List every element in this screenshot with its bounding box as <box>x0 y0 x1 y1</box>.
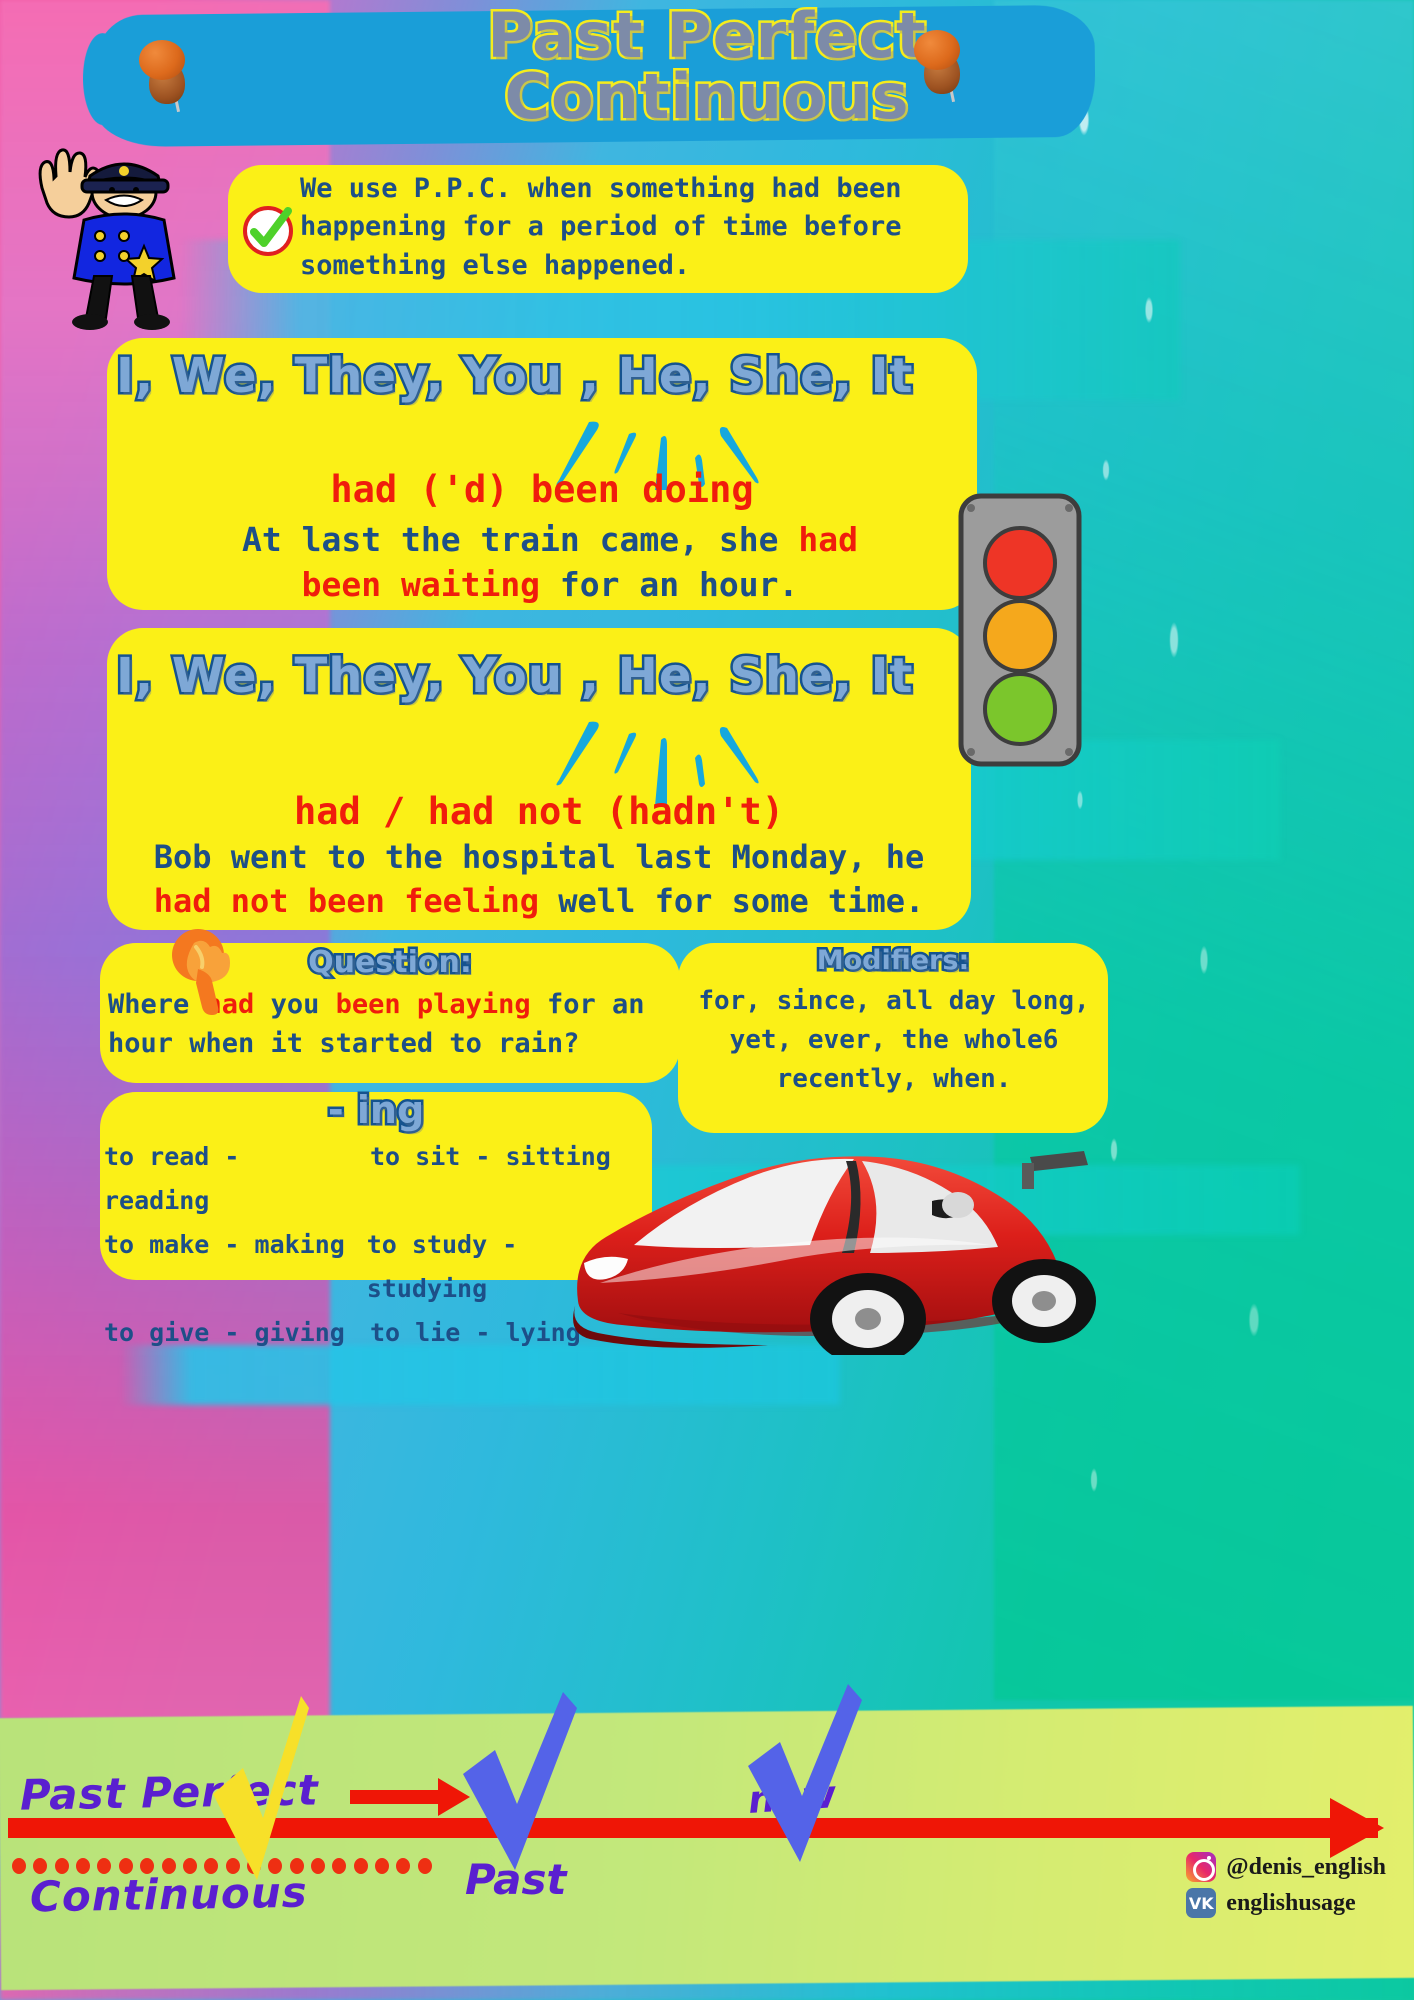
timeline-arrow-head <box>1330 1798 1384 1858</box>
vk-handle: englishusage <box>1226 1889 1356 1916</box>
affirmative-pronouns: I, We, They, You , He, She, It <box>113 346 914 407</box>
pointing-hand-icon <box>172 929 230 1015</box>
timeline-dot <box>182 1858 197 1874</box>
timeline-dot <box>375 1858 390 1874</box>
negative-formula: had / had not (hadn't) <box>293 790 785 833</box>
page-title-line-2: Continuous <box>502 59 911 133</box>
timeline-dot <box>161 1858 176 1874</box>
timeline-dot <box>12 1858 26 1874</box>
timeline-dot <box>417 1858 432 1874</box>
timeline-dot <box>33 1858 48 1874</box>
timeline-dot <box>54 1858 69 1874</box>
ing-row-1-left: to make - making <box>104 1230 345 1259</box>
timeline-dot <box>396 1858 411 1874</box>
affirmative-formula-part1: had ('d) <box>330 468 531 511</box>
policeman-stop-icon <box>38 148 176 330</box>
modifiers-line-3: recently, when. <box>776 1064 1012 1094</box>
timeline-dot <box>353 1858 368 1874</box>
traffic-light-icon <box>958 493 1082 767</box>
ing-row-2-left: to give - giving <box>104 1318 345 1347</box>
instagram-handle: @denis_english <box>1226 1853 1386 1880</box>
negative-example: Bob went to the hospital last Monday, he… <box>153 838 925 921</box>
negative-pronouns: I, We, They, You , He, She, It <box>113 646 914 707</box>
blue-check-icon-past <box>463 1692 577 1870</box>
vk-handle-row[interactable]: VK englishusage <box>1186 1888 1386 1918</box>
intro-text: We use P.P.C. when something had been ha… <box>300 173 902 281</box>
background-speckle-texture <box>1054 0 1414 1700</box>
vk-icon[interactable]: VK <box>1186 1888 1217 1918</box>
red-sports-car-icon <box>573 1151 1096 1355</box>
modifiers-line-2: yet, ever, the whole6 <box>729 1025 1059 1055</box>
blue-check-icon-now <box>748 1684 862 1862</box>
timeline-dot <box>332 1858 347 1874</box>
ing-row-0-left: to read - reading <box>104 1142 240 1215</box>
instagram-handle-row[interactable]: @denis_english <box>1186 1852 1386 1882</box>
push-pin-icon <box>135 40 189 113</box>
instagram-icon[interactable] <box>1186 1852 1217 1882</box>
timeline-dot <box>76 1858 91 1874</box>
green-check-icon <box>243 206 293 256</box>
yellow-check-icon <box>213 1696 309 1880</box>
modifiers-title: Modifiers: <box>814 943 972 979</box>
modifiers-line-1: for, since, all day long, <box>698 986 1090 1016</box>
social-handles: @denis_english VK englishusage <box>1186 1852 1386 1924</box>
affirmative-formula: had ('d) been doing <box>107 468 977 511</box>
timeline-dot <box>140 1858 155 1874</box>
push-pin-icon <box>910 30 964 103</box>
affirmative-formula-part2: been doing <box>530 468 754 511</box>
timeline-dot <box>118 1858 133 1874</box>
modifiers-text: for, since, all day long, yet, ever, the… <box>684 982 1104 1099</box>
page-title-line-1: Past Perfect <box>485 0 928 72</box>
timeline-mid-arrow <box>350 1778 470 1816</box>
ing-row-2-right: to lie - lying <box>370 1318 581 1347</box>
affirmative-example: At last the train came, she had been wait… <box>242 520 858 604</box>
timeline-dot <box>97 1858 112 1874</box>
page-title: Past Perfect Continuous <box>0 0 1414 133</box>
